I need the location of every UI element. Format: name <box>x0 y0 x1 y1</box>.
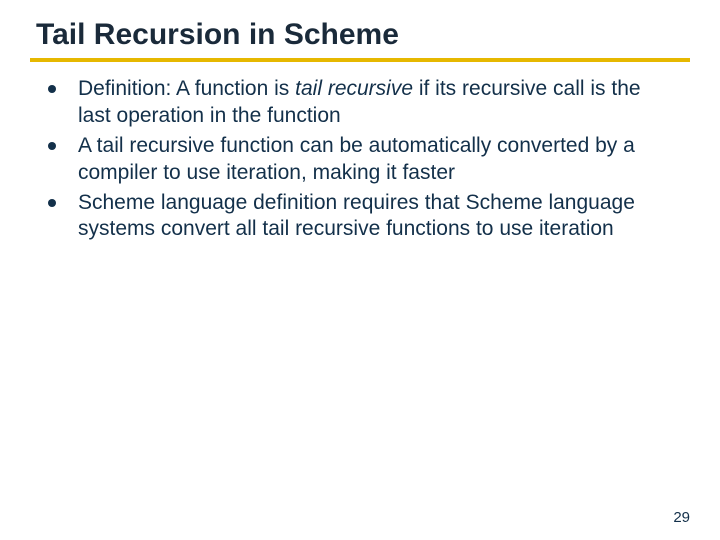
bullet-prefix: A tail recursive function can be automat… <box>78 134 635 184</box>
bullet-text: Definition: A function is tail recursive… <box>78 76 690 130</box>
page-number: 29 <box>673 509 690 526</box>
bullet-icon <box>48 142 56 150</box>
list-item: Scheme language definition requires that… <box>30 190 690 244</box>
bullet-prefix: Definition: A function is <box>78 77 295 100</box>
title-rule <box>30 58 690 62</box>
bullet-icon <box>48 85 56 93</box>
bullet-list: Definition: A function is tail recursive… <box>30 76 690 243</box>
bullet-text: Scheme language definition requires that… <box>78 190 690 244</box>
bullet-em: tail recursive <box>295 77 413 100</box>
slide: Tail Recursion in Scheme Definition: A f… <box>0 0 720 540</box>
list-item: A tail recursive function can be automat… <box>30 133 690 187</box>
bullet-text: A tail recursive function can be automat… <box>78 133 690 187</box>
bullet-icon <box>48 199 56 207</box>
slide-title: Tail Recursion in Scheme <box>36 18 690 52</box>
bullet-prefix: Scheme language definition requires that… <box>78 191 635 241</box>
list-item: Definition: A function is tail recursive… <box>30 76 690 130</box>
